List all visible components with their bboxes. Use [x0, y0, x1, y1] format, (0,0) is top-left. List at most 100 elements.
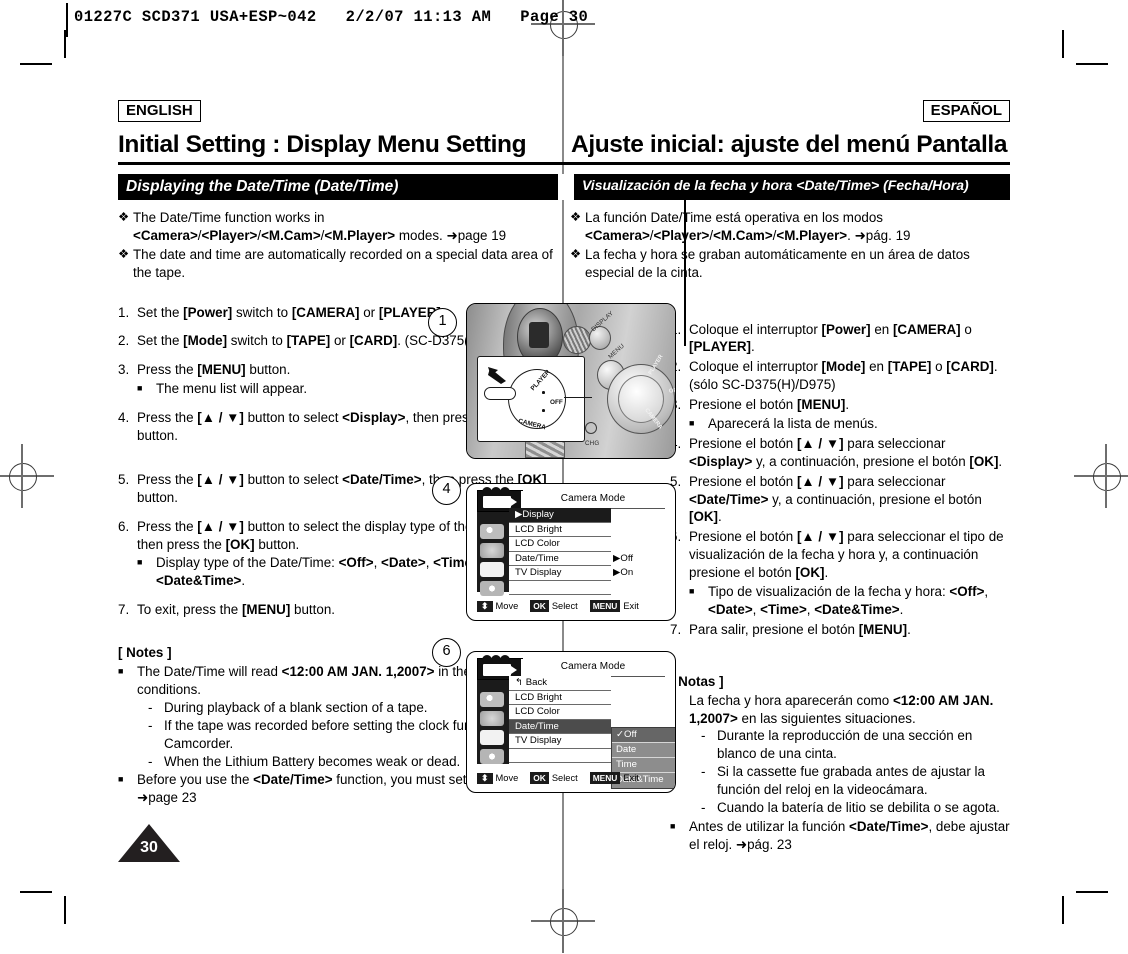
notes-heading: [ Notas ]: [670, 673, 724, 689]
menu-item-tv-display[interactable]: TV Display: [509, 734, 611, 749]
camera-mode-icon: [483, 496, 517, 508]
move-label: Move: [495, 773, 519, 783]
power-switch-knob: [618, 375, 664, 423]
intro-bullet: ❖ The Date/Time function works in <Camer…: [118, 209, 562, 245]
lcd-icon-column: [477, 674, 509, 764]
flower-bullet-icon: ❖: [118, 210, 130, 225]
lcd-value-column: ▶Off ▶On: [613, 508, 671, 592]
ok-button-icon[interactable]: OK: [530, 772, 549, 784]
section-heading-spanish: Visualización de la fecha y hora <Date/T…: [573, 173, 1010, 201]
step-item: 6. Presione el botón [▲ / ▼] para selecc…: [670, 528, 1010, 582]
step-item: 2. Coloque el interruptor [Mode] en [TAP…: [670, 358, 1010, 394]
menu-button-icon[interactable]: MENU: [589, 772, 621, 784]
menu-button-icon[interactable]: MENU: [589, 600, 621, 612]
dash-bullet-icon: -: [148, 753, 153, 769]
step-text: Coloque el interruptor [Mode] en [TAPE] …: [689, 359, 998, 393]
callout-label-off: OFF: [550, 399, 563, 406]
dash-bullet-icon: -: [701, 799, 706, 815]
document-page: 01227C SCD371 USA+ESP~042 2/2/07 11:13 A…: [0, 0, 1128, 954]
step-marker-4: 4: [432, 476, 461, 505]
power-switch-callout: PLAYER OFF CAMERA: [477, 356, 592, 442]
step-number: 1.: [118, 304, 130, 320]
flower-bullet-icon: ❖: [118, 246, 130, 261]
note-text: Antes de utilizar la función <Date/Time>…: [689, 818, 1010, 852]
menu-item-back[interactable]: ↰ Back: [509, 676, 611, 691]
menu-item-blank: [509, 749, 611, 763]
menu-item-lcd-color[interactable]: LCD Color: [509, 705, 611, 720]
dash-bullet-icon: -: [701, 764, 706, 780]
step-number: 6.: [118, 518, 130, 534]
crop-mark-bl-h: [20, 891, 52, 893]
step-item: 7. Para salir, presione el botón [MENU].: [670, 621, 1010, 639]
step-text: Presione el botón [▲ / ▼] para seleccion…: [689, 473, 982, 525]
menu-item-date-time[interactable]: Date/Time: [509, 552, 611, 566]
menu-item-lcd-color[interactable]: LCD Color: [509, 537, 611, 552]
section-ribbons: Displaying the Date/Time (Date/Time) Vis…: [118, 173, 1010, 201]
menu-value-tv-display: ▶On: [613, 567, 634, 578]
slug-rule: [66, 3, 68, 37]
menu-item-date-time[interactable]: Date/Time: [509, 719, 611, 734]
square-bullet-icon: ■: [689, 418, 695, 429]
intro-bullet-text: La fecha y hora se graban automáticament…: [585, 246, 970, 280]
lcd-screen: Camera Mode ↰ Back LCD Bright LCD Color …: [477, 655, 675, 789]
exit-label: Exit: [623, 773, 639, 783]
ok-button-icon[interactable]: OK: [530, 600, 549, 612]
power-switch-dial: [607, 364, 675, 434]
lcd-menu-list: ↰ Back LCD Bright LCD Color Date/Time TV…: [509, 676, 611, 764]
step-number: 5.: [118, 471, 130, 487]
dash-bullet-icon: -: [148, 699, 153, 715]
lcd-icon-settings: [480, 749, 504, 764]
step-number: 7.: [118, 602, 130, 618]
lcd-screen: Camera Mode ▶Display LCD Bright LCD Colo…: [477, 487, 665, 596]
step-subnote: ■ Tipo de visualización de la fecha y ho…: [689, 583, 1010, 619]
crop-mark-tr-v: [1062, 30, 1064, 58]
crop-mark-bl-v: [64, 896, 66, 924]
menu-item-blank: [509, 581, 611, 595]
submenu-item-date[interactable]: Date: [612, 743, 675, 758]
select-label: Select: [551, 601, 578, 611]
note-dash-text: Cuando la batería de litio se debilita o…: [717, 799, 1000, 815]
charge-indicator-icon: [585, 422, 597, 434]
step-number: 4.: [118, 410, 130, 426]
menu-item-lcd-bright[interactable]: LCD Bright: [509, 523, 611, 537]
slug-line: 01227C SCD371 USA+ESP~042 2/2/07 11:13 A…: [74, 8, 589, 26]
callout-leader-line: [564, 397, 592, 399]
intro-bullet: ❖ La fecha y hora se graban automáticame…: [570, 246, 1010, 282]
lcd-icon-memory: [480, 711, 504, 726]
step-text: Presione el botón [▲ / ▼] para seleccion…: [689, 435, 1003, 469]
lcd-icon-column: [477, 506, 509, 596]
submenu-item-off[interactable]: ✓Off: [612, 728, 675, 743]
crop-mark-br-v: [1062, 896, 1064, 924]
dash-bullet-icon: -: [701, 728, 706, 744]
lcd-footer: ⬍ Move OK Select MENU Exit: [477, 769, 667, 787]
registration-mark-right: [1074, 444, 1128, 508]
page-title-english: Initial Setting : Display Menu Setting: [118, 131, 527, 158]
crop-mark-tr-h: [1076, 63, 1108, 65]
move-label: Move: [495, 601, 519, 611]
menu-item-lcd-bright[interactable]: LCD Bright: [509, 691, 611, 705]
language-label-english: ENGLISH: [118, 100, 201, 122]
note-item: ■ La fecha y hora aparecerán como <12:00…: [670, 692, 1010, 728]
lcd-mode-title: Camera Mode: [521, 659, 665, 677]
registration-mark-bottom: [531, 889, 595, 953]
callout-dot: [542, 391, 545, 394]
lcd-icon-display: [480, 562, 504, 577]
note-text: La fecha y hora aparecerán como <12:00 A…: [689, 692, 994, 726]
camera-mode-icon: [483, 664, 517, 676]
step-marker-1: 1: [428, 308, 457, 337]
move-updown-icon: ⬍: [477, 772, 493, 784]
tape-reels-icon: [482, 655, 510, 665]
intro-bullet: ❖ La función Date/Time está operativa en…: [570, 209, 1010, 245]
step-number: 3.: [118, 362, 130, 378]
note-dash-item: - Cuando la batería de litio se debilita…: [701, 799, 1010, 817]
square-bullet-icon: ■: [137, 383, 143, 394]
move-updown-icon: ⬍: [477, 600, 493, 612]
step-text: Presione el botón [MENU].: [689, 397, 850, 413]
menu-item-display[interactable]: ▶Display: [509, 508, 611, 523]
square-bullet-icon: ■: [118, 774, 124, 785]
rotate-arrow-icon: [488, 367, 506, 384]
crop-mark-tl-h: [20, 63, 52, 65]
menu-item-tv-display[interactable]: TV Display: [509, 566, 611, 581]
intro-bullet-text: The Date/Time function works in <Camera>…: [133, 210, 507, 243]
lcd-menu-datetime: Camera Mode ↰ Back LCD Bright LCD Color …: [466, 651, 676, 793]
